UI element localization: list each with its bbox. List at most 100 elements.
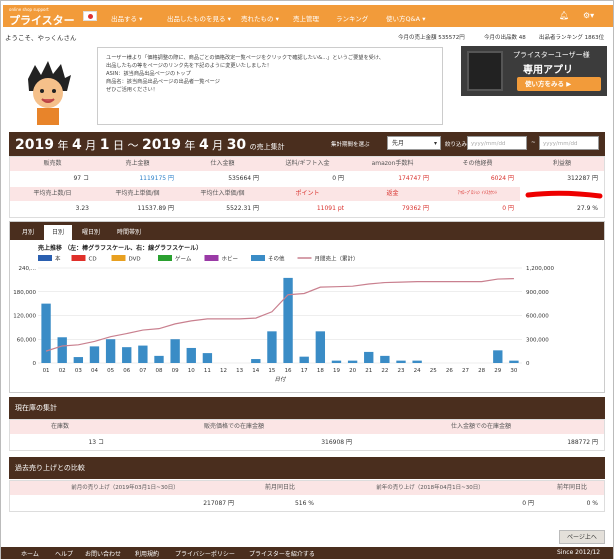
tab-monthly[interactable]: 月別 [14, 225, 42, 240]
x-tick-label: 11 [204, 368, 211, 374]
bar [73, 357, 84, 363]
x-tick-label: 25 [430, 368, 437, 374]
gear-icon[interactable]: ⚙▾ [583, 11, 594, 20]
bar [396, 360, 406, 363]
bar [380, 355, 390, 363]
x-tick-label: 13 [236, 368, 243, 374]
x-tick-label: 06 [123, 368, 130, 374]
app-howto-button[interactable]: 使い方をみる ▶ [517, 77, 601, 91]
x-tick-label: 01 [43, 368, 50, 374]
row1-values: 97 コ 1119175 円 535664 円 0 円 174747 円 602… [73, 175, 598, 182]
chart-legend: 本 CD DVD ゲーム ホビー その他 月間売上（累計） [38, 255, 359, 263]
app-banner[interactable]: プライスターユーザー様 専用アプリ 使い方をみる ▶ [461, 46, 607, 96]
menu-listed[interactable]: 出品したものを見る ▾ [167, 13, 231, 23]
phone-icon [467, 51, 503, 91]
bar [186, 347, 196, 363]
bar [170, 339, 180, 363]
japan-flag-icon[interactable] [83, 11, 97, 21]
menu-listing[interactable]: 出品する ▾ [111, 13, 142, 23]
y2-tick-label: 900,000 [526, 290, 549, 296]
bar [267, 331, 277, 363]
x-tick-label: 27 [462, 368, 469, 374]
footer-since: Since 2012/12 [557, 549, 601, 556]
date-to-input[interactable]: yyyy/mm/dd [539, 136, 599, 150]
menu-ranking[interactable]: ランキング [336, 13, 368, 23]
compare-table: 前月の売り上げ（2019年03月1日~30日） 前月同日比 前年の売り上げ（20… [9, 480, 605, 512]
footer-contact[interactable]: お問い合わせ [85, 549, 121, 558]
footer: ホーム ヘルプ お問い合わせ 利用規約 プライバシーポリシー プライスターを紹介… [1, 547, 613, 559]
footer-terms[interactable]: 利用規約 [135, 549, 159, 558]
logo[interactable]: online shop support プライスター [9, 8, 75, 28]
row1-labels: 販売数 売上金額 仕入金額 送料/ギフト入金 amazon手数料 その他経費 利… [10, 157, 604, 171]
x-tick-label: 17 [301, 368, 308, 374]
footer-privacy[interactable]: プライバシーポリシー [175, 549, 235, 558]
footer-help[interactable]: ヘルプ [55, 549, 73, 558]
legend-swatch [71, 255, 86, 261]
bar [89, 346, 100, 363]
x-tick-label: 02 [59, 368, 66, 374]
bar [57, 337, 67, 363]
y-tick-label: 0 [33, 361, 37, 367]
legend-label: 本 [55, 255, 61, 263]
y-tick-label: 120,000 [13, 314, 36, 320]
tab-hourly[interactable]: 時間帯別 [110, 225, 148, 240]
x-tick-label: 03 [75, 368, 82, 374]
bar [41, 303, 51, 363]
bar [315, 331, 326, 363]
compare-header: 過去売り上げとの比較 [9, 457, 605, 479]
tab-daily[interactable]: 日別 [44, 225, 72, 240]
bar [331, 360, 342, 363]
x-tick-label: 29 [494, 368, 501, 374]
legend-swatch [204, 255, 219, 261]
legend-swatch [251, 255, 265, 261]
x-tick-label: 15 [268, 368, 275, 374]
stock-header: 現在庫の集計 [9, 397, 605, 419]
legend-label: CD [89, 257, 97, 263]
x-tick-label: 22 [381, 368, 388, 374]
x-tick-label: 16 [285, 368, 292, 374]
page: online shop support プライスター 出品する ▾ 出品したものを… [0, 0, 614, 559]
bar [251, 359, 261, 363]
menu-sales[interactable]: 売上管理 [293, 13, 319, 23]
menu-sold[interactable]: 売れたもの ▾ [241, 13, 279, 23]
x-tick-label: 14 [252, 368, 259, 374]
legend-label: ホビー [222, 255, 239, 263]
announcement-box: ユーザー様より「価格調整の際に、商品ごとの価格改定一覧ページをクリックで確認した… [97, 47, 443, 125]
x-tick-label: 19 [333, 368, 340, 374]
x-tick-label: 23 [398, 368, 405, 374]
period-select[interactable]: 先月 ▾ [387, 136, 441, 150]
legend-swatch [111, 255, 126, 261]
x-tick-label: 07 [139, 368, 146, 374]
footer-home[interactable]: ホーム [21, 549, 39, 558]
red-marker-stroke [525, 190, 603, 199]
top-nav: online shop support プライスター 出品する ▾ 出品したものを… [3, 5, 613, 27]
legend-label: DVD [129, 257, 141, 263]
bar [509, 360, 519, 363]
legend-swatch [158, 255, 172, 261]
x-tick-label: 30 [510, 368, 517, 374]
bar [154, 355, 164, 363]
back-to-top-button[interactable]: ページ上へ [559, 530, 605, 544]
summary-table: 販売数 売上金額 仕入金額 送料/ギフト入金 amazon手数料 その他経費 利… [9, 156, 605, 218]
bell-icon[interactable]: 🔔︎ [559, 11, 569, 20]
x-tick-label: 28 [478, 368, 485, 374]
tab-weekday[interactable]: 曜日別 [74, 225, 108, 240]
menu-help[interactable]: 使い方Q&A ▾ [386, 13, 425, 23]
x-tick-label: 10 [188, 368, 195, 374]
x-tick-label: 26 [446, 368, 453, 374]
y2-tick-label: 0 [526, 361, 530, 367]
cumulative-line [45, 278, 514, 352]
bar [283, 277, 293, 363]
month-listings: 今月の出品数 48 [484, 35, 526, 41]
x-tick-label: 24 [414, 368, 421, 374]
bar [364, 351, 374, 363]
y2-tick-label: 600,000 [526, 314, 549, 320]
footer-refer[interactable]: プライスターを紹介する [249, 549, 315, 558]
bar [105, 339, 116, 363]
x-tick-label: 05 [107, 368, 114, 374]
seller-ranking: 出品者ランキング 1863位 [539, 35, 605, 41]
chart-panel: 月別 日別 曜日別 時間帯別 売上推移 （左：棒グラフスケール、右：線グラフスケ… [9, 221, 605, 393]
legend-label: 月間売上（累計） [315, 255, 359, 263]
date-from-input[interactable]: yyyy/mm/dd [467, 136, 527, 150]
row2-labels: 平均売上数/日 平均売上単価/個 平均仕入単価/個 ポイント 返金 ｱﾏﾛｰﾌﾟ… [10, 187, 604, 201]
